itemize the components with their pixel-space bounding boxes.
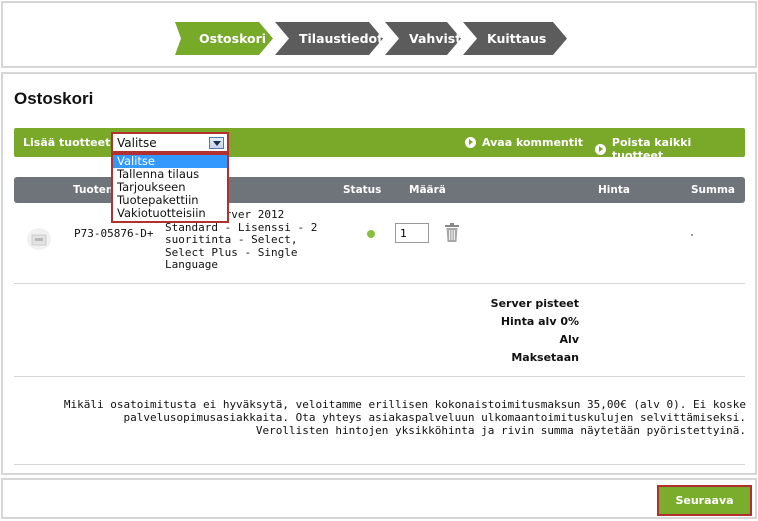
delivery-note: Mikäli osatoimitusta ei hyväksytä, veloi… — [63, 398, 746, 437]
step-ostoskori[interactable]: Ostoskori — [175, 22, 273, 55]
open-comments-label: Avaa kommentit — [482, 136, 584, 149]
totals-vat0-label: Hinta alv 0% — [500, 315, 579, 328]
add-products-select[interactable]: Valitse — [111, 132, 229, 153]
chevron-down-icon[interactable] — [209, 137, 224, 149]
checkout-steps-panel: Ostoskori Tilaustiedot Vahvista Kuittaus — [1, 1, 757, 68]
footer-panel: Seuraava — [1, 478, 757, 519]
totals-vat-label: Alv — [559, 333, 579, 346]
arrow-right-icon — [465, 137, 476, 148]
divider — [14, 283, 745, 284]
next-button[interactable]: Seuraava — [657, 485, 752, 516]
divider — [14, 376, 745, 377]
next-button-label: Seuraava — [660, 488, 749, 513]
totals-points-label: Server pisteet — [490, 297, 579, 310]
product-code: P73-05876-D+ — [74, 227, 154, 240]
remove-all-link[interactable]: Poista kaikki tuotteet — [595, 136, 745, 162]
remove-all-label: Poista kaikki tuotteet — [611, 136, 692, 162]
step-vahvista[interactable]: Vahvista — [385, 22, 461, 55]
quantity-input[interactable] — [395, 223, 429, 243]
select-value: Valitse — [117, 136, 157, 150]
column-header-status: Status — [343, 184, 382, 196]
page-title: Ostoskori — [14, 89, 94, 108]
divider — [14, 464, 745, 465]
status-indicator — [367, 230, 375, 238]
column-header-product: Tuoten — [73, 184, 114, 196]
column-header-price: Hinta — [598, 184, 630, 196]
add-products-label: Lisää tuotteet: — [23, 136, 115, 149]
dropdown-option[interactable]: Vakiotuotteisiin — [113, 207, 227, 220]
open-comments-link[interactable]: Avaa kommentit — [465, 136, 583, 149]
checkout-steps: Ostoskori Tilaustiedot Vahvista Kuittaus — [175, 22, 569, 55]
row-sum-placeholder — [691, 234, 693, 236]
arrow-right-icon — [595, 143, 606, 155]
step-tilaustiedot[interactable]: Tilaustiedot — [275, 22, 383, 55]
step-kuittaus[interactable]: Kuittaus — [463, 22, 567, 55]
column-header-sum: Summa — [691, 184, 736, 196]
add-products-dropdown: Valitse Tallenna tilaus Tarjoukseen Tuot… — [111, 153, 229, 223]
product-image-icon — [27, 228, 51, 250]
trash-icon[interactable] — [444, 223, 460, 243]
cart-panel: Ostoskori Lisää tuotteet: Avaa kommentit… — [1, 72, 757, 475]
totals-pay-label: Maksetaan — [511, 351, 579, 364]
column-header-quantity: Määrä — [409, 184, 446, 196]
